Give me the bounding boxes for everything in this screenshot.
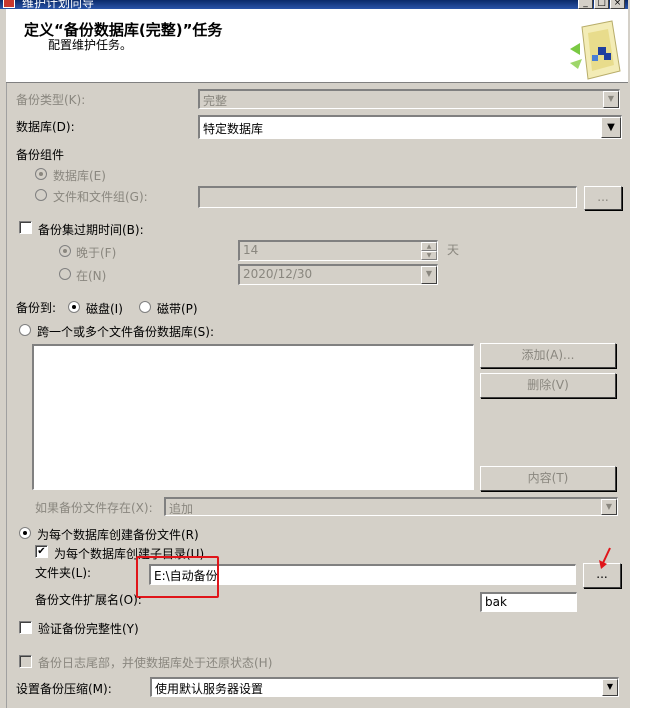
- window-title: 维护计划向导: [22, 0, 95, 9]
- files-browse-button: ...: [584, 186, 622, 210]
- window-edge: [628, 0, 654, 708]
- backup-to-tape-label: 磁带(P): [157, 302, 198, 316]
- tail-log-label: 备份日志尾部，并使数据库处于还原状态(H): [38, 656, 273, 670]
- close-button[interactable]: ×: [610, 0, 625, 9]
- if-exists-value: 追加: [169, 502, 194, 516]
- expire-days-unit: 天: [447, 243, 460, 257]
- annotation-arrow-icon: [599, 547, 611, 569]
- compression-select[interactable]: 使用默认服务器设置 ▼: [150, 677, 619, 697]
- expire-days-spinner: 14 ▲ ▼: [238, 240, 438, 261]
- backup-to-label: 备份到:: [16, 301, 57, 315]
- page-header: 定义“备份数据库(完整)”任务 配置维护任务。: [6, 9, 628, 83]
- page-subtitle: 配置维护任务。: [48, 38, 133, 52]
- minimize-button[interactable]: _: [578, 0, 593, 9]
- expire-checkbox[interactable]: [19, 221, 32, 234]
- spinner-arrows-icon: ▲ ▼: [421, 242, 437, 260]
- backup-to-disk-label: 磁盘(I): [86, 302, 123, 316]
- expire-label: 备份集过期时间(B):: [38, 223, 144, 237]
- database-value: 特定数据库: [203, 122, 264, 136]
- expire-after-radio: [59, 245, 71, 257]
- folder-label: 文件夹(L):: [35, 566, 92, 580]
- component-files-radio: [35, 189, 47, 201]
- backup-type-select: 完整 ▼: [198, 89, 620, 109]
- backup-component-label: 备份组件: [16, 148, 65, 162]
- expire-after-label: 晚于(F): [76, 246, 117, 260]
- if-exists-select: 追加 ▼: [164, 497, 618, 516]
- contents-button: 内容(T): [480, 466, 616, 491]
- per-database-label: 为每个数据库创建备份文件(R): [37, 528, 199, 542]
- title-bar: 维护计划向导 _ □ ×: [0, 0, 654, 9]
- component-database-radio: [35, 168, 47, 180]
- backup-type-value: 完整: [203, 94, 228, 108]
- component-files-label: 文件和文件组(G):: [53, 190, 148, 204]
- expire-date-picker: 2020/12/30 ▼: [238, 264, 438, 285]
- annotation-highlight-box: [136, 556, 219, 598]
- chevron-down-icon: ▼: [603, 91, 619, 108]
- extension-label: 备份文件扩展名(O):: [35, 593, 142, 607]
- chevron-down-icon[interactable]: ▼: [601, 117, 621, 138]
- database-label: 数据库(D):: [16, 120, 75, 134]
- extension-input[interactable]: bak: [480, 592, 577, 612]
- chevron-down-icon: ▼: [421, 266, 437, 284]
- subdirectory-checkbox[interactable]: ✔: [35, 545, 48, 558]
- backup-type-label: 备份类型(K):: [16, 93, 86, 107]
- chevron-down-icon[interactable]: ▼: [602, 679, 618, 696]
- expire-date-value: 2020/12/30: [243, 267, 313, 281]
- chevron-down-icon: ▼: [601, 499, 617, 515]
- compression-value: 使用默认服务器设置: [155, 682, 264, 696]
- maximize-button[interactable]: □: [594, 0, 609, 9]
- per-database-radio[interactable]: [19, 527, 31, 539]
- expire-on-radio: [59, 268, 71, 280]
- files-input: [198, 186, 577, 208]
- verify-checkbox[interactable]: [19, 621, 32, 634]
- app-icon: [3, 0, 15, 8]
- expire-days-value: 14: [243, 243, 259, 257]
- backup-to-tape-radio[interactable]: [139, 301, 151, 313]
- remove-button: 删除(V): [480, 373, 616, 398]
- verify-label: 验证备份完整性(Y): [38, 622, 139, 636]
- backup-files-list[interactable]: [32, 344, 474, 490]
- if-exists-label: 如果备份文件存在(X):: [35, 501, 153, 515]
- span-files-label: 跨一个或多个文件备份数据库(S):: [37, 325, 215, 339]
- maintenance-wizard-icon: [570, 20, 621, 80]
- span-files-radio[interactable]: [19, 324, 31, 336]
- tail-log-checkbox: [19, 655, 32, 668]
- database-select[interactable]: 特定数据库 ▼: [198, 115, 622, 139]
- backup-to-disk-radio[interactable]: [68, 301, 80, 313]
- component-database-label: 数据库(E): [53, 169, 106, 183]
- add-button: 添加(A)...: [480, 343, 616, 368]
- expire-on-label: 在(N): [76, 269, 107, 283]
- frame-divider: [6, 83, 7, 708]
- compression-label: 设置备份压缩(M):: [16, 682, 112, 696]
